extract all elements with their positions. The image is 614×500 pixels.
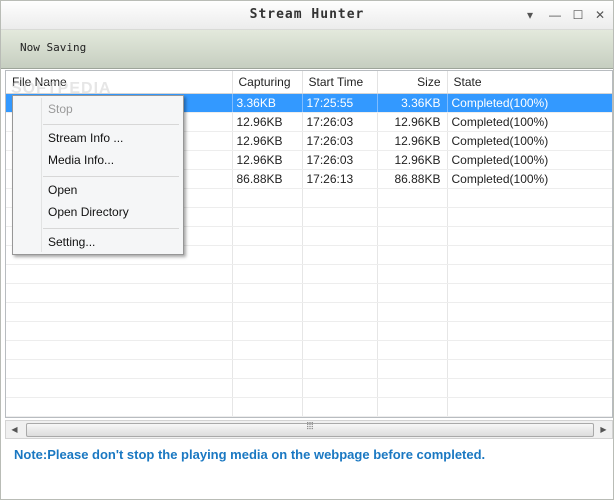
empty-row	[6, 416, 612, 417]
start-time-cell: 17:26:13	[302, 169, 378, 189]
size-cell: 12.96KB	[377, 112, 448, 132]
dropdown-icon[interactable]: ▾	[522, 7, 538, 23]
state-cell: Completed(100%)	[447, 93, 612, 113]
state-cell: Completed(100%)	[447, 150, 612, 170]
capturing-cell: 12.96KB	[232, 131, 303, 151]
column-header-state[interactable]: State	[447, 71, 612, 94]
menu-item-media-info[interactable]: Media Info...	[48, 153, 114, 167]
size-cell: 3.36KB	[377, 93, 448, 113]
scroll-left-icon[interactable]: ◀	[6, 421, 23, 438]
menu-separator	[43, 228, 179, 229]
scrollbar-thumb[interactable]: ⦙⦙⦙	[26, 421, 594, 437]
start-time-cell: 17:26:03	[302, 150, 378, 170]
status-label: Now Saving	[20, 41, 87, 54]
minimize-button[interactable]: —	[547, 7, 563, 23]
menu-gutter	[41, 98, 42, 252]
close-button[interactable]: ✕	[592, 7, 608, 23]
start-time-cell: 17:26:03	[302, 131, 378, 151]
empty-row	[6, 378, 612, 398]
size-cell: 86.88KB	[377, 169, 448, 189]
context-menu: Stop Stream Info ... Media Info... Open …	[12, 95, 184, 255]
empty-row	[6, 283, 612, 303]
grip-icon: ⦙⦙⦙	[306, 421, 314, 432]
empty-row	[6, 321, 612, 341]
column-header-size[interactable]: Size	[377, 71, 448, 94]
menu-separator	[43, 176, 179, 177]
empty-row	[6, 397, 612, 417]
size-cell: 12.96KB	[377, 150, 448, 170]
empty-row	[6, 264, 612, 284]
maximize-button[interactable]: ☐	[570, 7, 586, 23]
app-window: Stream Hunter ▾ — ☐ ✕ Now Saving File Na…	[0, 0, 614, 500]
horizontal-scrollbar[interactable]: ◀ ⦙⦙⦙ ▶	[5, 420, 613, 439]
capturing-cell: 12.96KB	[232, 150, 303, 170]
menu-item-open-directory[interactable]: Open Directory	[48, 205, 129, 219]
menu-item-stream-info[interactable]: Stream Info ...	[48, 131, 123, 145]
empty-row	[6, 359, 612, 379]
menu-item-setting[interactable]: Setting...	[48, 235, 95, 249]
note-text: Note:Please don't stop the playing media…	[14, 447, 486, 462]
start-time-cell: 17:26:03	[302, 112, 378, 132]
size-cell: 12.96KB	[377, 131, 448, 151]
capturing-cell: 12.96KB	[232, 112, 303, 132]
scroll-right-icon[interactable]: ▶	[595, 421, 612, 438]
state-cell: Completed(100%)	[447, 112, 612, 132]
empty-row	[6, 340, 612, 360]
column-header-start-time[interactable]: Start Time	[302, 71, 378, 94]
title-bar[interactable]: Stream Hunter ▾ — ☐ ✕	[1, 1, 613, 30]
start-time-cell: 17:25:55	[302, 93, 378, 113]
menu-item-stop[interactable]: Stop	[48, 102, 73, 116]
capturing-cell: 86.88KB	[232, 169, 303, 189]
toolbar: Now Saving	[1, 30, 613, 69]
menu-separator	[43, 124, 179, 125]
column-header-capturing[interactable]: Capturing	[232, 71, 303, 94]
capturing-cell: 3.36KB	[232, 93, 303, 113]
empty-row	[6, 302, 612, 322]
state-cell: Completed(100%)	[447, 131, 612, 151]
menu-item-open[interactable]: Open	[48, 183, 77, 197]
state-cell: Completed(100%)	[447, 169, 612, 189]
